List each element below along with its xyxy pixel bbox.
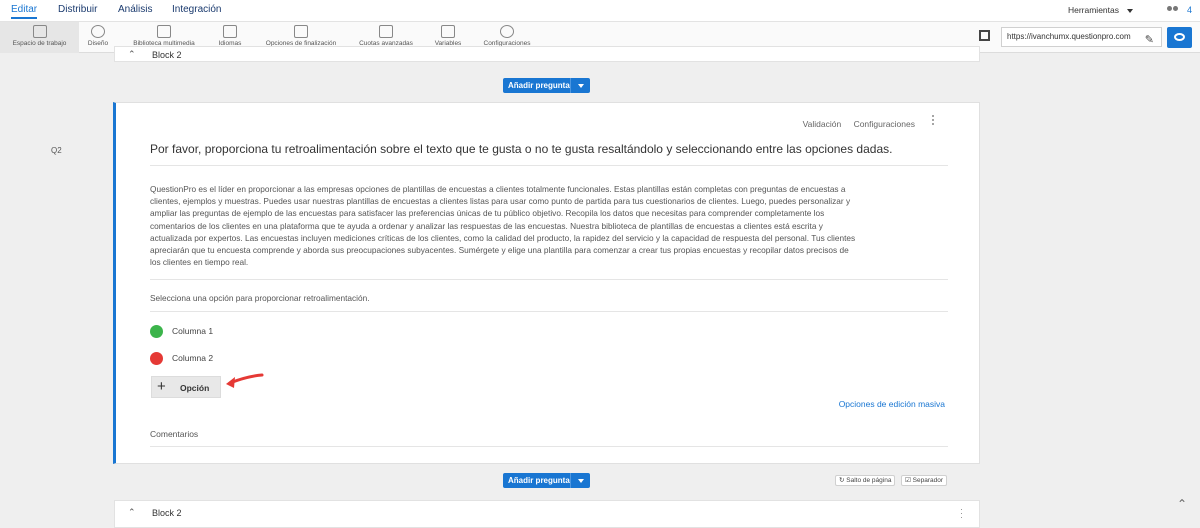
body-line: actualizada por expertos. Las encuestas …	[150, 232, 856, 243]
users-icon	[1166, 6, 1181, 15]
body-line: comentarios de los clientes en una plata…	[150, 220, 823, 231]
validation-link[interactable]: Validación	[803, 119, 842, 129]
option-label: Columna 1	[172, 325, 214, 336]
toolbar-workspace[interactable]: Espacio de trabajo	[0, 22, 79, 53]
more-options-icon[interactable]: · · ·	[960, 505, 963, 522]
add-option-label: Opción	[180, 383, 210, 393]
tab-editar[interactable]: Editar	[11, 4, 38, 19]
block-title: Block 2	[152, 50, 182, 60]
link-icon	[379, 25, 393, 38]
eye-icon	[1174, 33, 1185, 41]
question-body-text[interactable]: QuestionPro es el líder en proporcionar …	[150, 183, 950, 268]
divider	[150, 165, 948, 166]
divider	[570, 78, 571, 93]
comments-field[interactable]: Comentarios	[150, 429, 198, 439]
question-links: Validación Configuraciones	[793, 119, 915, 129]
red-dot-icon	[150, 352, 163, 365]
preview-button[interactable]	[1167, 27, 1192, 48]
caret-down-icon[interactable]	[578, 84, 584, 88]
body-line: apreciarán que tu encuesta comprende y a…	[150, 245, 849, 256]
toolbar-label: Espacio de trabajo	[12, 40, 67, 47]
instruction-text[interactable]: Selecciona una opción para proporcionar …	[150, 293, 370, 303]
tab-distribuir[interactable]: Distribuir	[58, 4, 97, 15]
top-nav: Editar Distribuir Análisis Integración H…	[0, 0, 1200, 22]
tag-icon	[441, 25, 455, 38]
block-header-bottom: ⌃ Block 2 · · ·	[114, 500, 980, 528]
add-question-button-bottom[interactable]: Añadir pregunta	[503, 473, 590, 488]
workspace-icon	[32, 25, 47, 38]
gear-icon	[500, 25, 514, 38]
separator-toggle[interactable]: ☑ Separador	[901, 475, 947, 486]
tools-menu[interactable]: Herramientas	[1068, 5, 1133, 15]
qr-code-icon[interactable]	[979, 30, 990, 41]
settings-link[interactable]: Configuraciones	[854, 119, 915, 129]
translate-icon	[223, 25, 237, 38]
divider	[150, 279, 948, 280]
option-column-1[interactable]: Columna 1	[150, 325, 213, 338]
toolbar-design[interactable]: Diseño	[82, 22, 114, 53]
block-header-top: ⌃ Block 2	[114, 46, 980, 62]
wand-icon	[294, 25, 308, 38]
block-title: Block 2	[152, 508, 182, 518]
body-line: los clientes en tiempo real.	[150, 257, 249, 268]
page-break-label: Salto de página	[846, 477, 892, 484]
body-line: ampliar las preguntas de ejemplo de las …	[150, 208, 825, 219]
separator-label: Separador	[912, 477, 943, 484]
body-line: QuestionPro es el líder en proporcionar …	[150, 184, 846, 194]
option-label: Columna 2	[172, 352, 214, 363]
toolbar-label: Diseño	[87, 40, 109, 47]
tab-analisis[interactable]: Análisis	[118, 4, 152, 15]
add-question-label: Añadir pregunta	[508, 476, 570, 485]
plus-icon: +	[157, 378, 166, 395]
add-question-label: Añadir pregunta	[508, 81, 570, 90]
users-count: 4	[1186, 5, 1192, 15]
divider	[570, 473, 571, 488]
caret-down-icon[interactable]	[578, 479, 584, 483]
more-options-icon[interactable]	[932, 115, 935, 129]
page-break-toggle[interactable]: ↻ Salto de página	[835, 475, 896, 486]
question-number: Q2	[51, 146, 62, 155]
option-column-2[interactable]: Columna 2	[150, 352, 213, 365]
tab-integracion[interactable]: Integración	[172, 4, 221, 15]
image-icon	[157, 25, 171, 38]
palette-icon	[91, 25, 105, 38]
question-title[interactable]: Por favor, proporciona tu retroalimentac…	[150, 142, 950, 156]
body-line: clientes, ejemplos y muestras. Puedes us…	[150, 196, 851, 207]
red-arrow-icon	[226, 373, 264, 388]
add-option-button[interactable]: + Opción	[151, 376, 221, 398]
divider	[150, 311, 948, 312]
question-card: Validación Configuraciones Por favor, pr…	[113, 102, 980, 464]
survey-url: https://ivanchumx.questionpro.com	[1007, 32, 1131, 41]
collapse-icon[interactable]: ⌃	[128, 507, 136, 518]
tools-label: Herramientas	[1067, 5, 1119, 15]
collapse-icon[interactable]: ⌃	[128, 49, 136, 60]
add-question-button[interactable]: Añadir pregunta	[503, 78, 590, 93]
green-dot-icon	[150, 325, 163, 338]
pencil-icon[interactable]: ✎	[1145, 31, 1154, 49]
divider	[150, 446, 948, 447]
survey-url-field[interactable]: https://ivanchumx.questionpro.com ✎	[1001, 27, 1162, 47]
users-indicator[interactable]: 4	[1166, 5, 1192, 15]
scroll-to-top-icon[interactable]: ⌃	[1177, 497, 1187, 511]
caret-down-icon	[1127, 8, 1133, 13]
bulk-edit-link[interactable]: Opciones de edición masiva	[839, 399, 945, 409]
